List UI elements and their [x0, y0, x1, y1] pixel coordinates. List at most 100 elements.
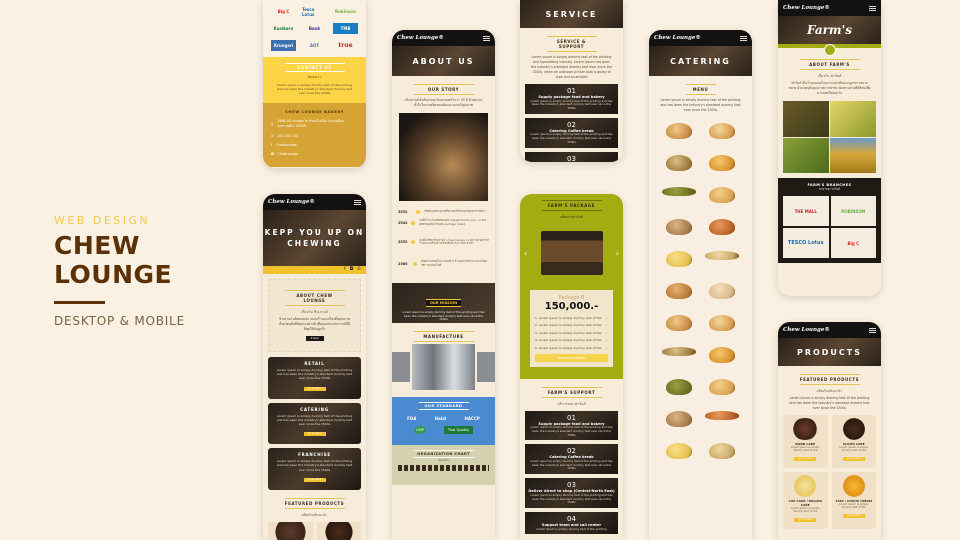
bread-item [709, 155, 736, 171]
featured-sub: ผลิตภัณฑ์แนะนำ [301, 512, 328, 517]
manufacture-gallery[interactable] [392, 343, 495, 393]
menu-icon[interactable] [869, 327, 876, 333]
branch-logo[interactable]: ROBINSON [830, 196, 876, 226]
brand-logo[interactable]: Chew Lounge® [268, 199, 315, 205]
hero-block: WEB DESIGN CHEW LOUNGE DESKTOP & MOBILE [54, 214, 185, 328]
product-desc: Lorem ipsum is simply dummy text of the [839, 502, 869, 510]
bread-item [709, 347, 736, 363]
phone-icon[interactable]: ✆ [357, 267, 361, 273]
timeline-text: เปิดตัวแบรนด์ใหม่ FARM'S ร้านเบเกอรี่ครบ… [421, 259, 488, 267]
phone-footer-mockup: Big C Tesco Lotus Robinson Kasikorn Bank… [263, 0, 366, 168]
package-section: FARM'S PACKAGE แพ็คเกจฟาร์มส์ ‹ › Packag… [520, 194, 623, 379]
about-read-more-button[interactable]: อ่านต่อ [305, 336, 324, 341]
feature-text: 1. Lorem ipsum is simply dummy text of t… [535, 315, 602, 320]
menu-icon[interactable] [740, 35, 747, 41]
product-image [791, 474, 820, 497]
service-text: Lorem ipsum is simply dummy text of the … [530, 55, 613, 79]
brand-logo[interactable]: Chew Lounge® [783, 327, 830, 333]
feature-text: 5. Lorem ipsum is simply dummy text of t… [535, 345, 602, 350]
package-card: Package B 150,000.- 1. Lorem ipsum is si… [530, 290, 613, 367]
standard-section: OUR STANDARD FDA Halal HACCP GMP Thai Qu… [392, 396, 495, 445]
check-icon: ✓ [605, 323, 608, 327]
bread-item [705, 411, 740, 420]
phone-catering-mockup: Chew Lounge® CATERING MENU Lorem ipsum i… [649, 30, 752, 540]
package-sub: แพ็คเกจฟาร์มส์ [559, 215, 584, 219]
menu-icon[interactable] [869, 5, 876, 11]
phone-row[interactable]: ✆ 044 201 143 [271, 134, 358, 138]
facebook-text: ChewLounge [276, 143, 297, 147]
facebook-icon[interactable]: f [344, 267, 346, 273]
branches-grid: THE MALL ROBINSON TESCO Lotus Big C [783, 196, 876, 258]
facebook-row[interactable]: f ChewLounge [271, 143, 358, 147]
bread-item [709, 379, 736, 395]
product-button[interactable]: ดูรายละเอียด [842, 513, 865, 518]
navbar: Chew Lounge® [392, 30, 495, 46]
about-farms-heading: ABOUT FARM'S [799, 59, 860, 70]
brand-logo[interactable]: Chew Lounge® [783, 5, 830, 11]
company-heading: CHEW LOUNGE BAKERY [285, 109, 344, 114]
product-button[interactable]: ดูรายละเอียด [794, 517, 817, 522]
product-image [791, 418, 820, 440]
phone-products-mockup: Chew Lounge® PRODUCTS FEATURED PRODUCTS … [778, 322, 881, 540]
check-icon: ✓ [605, 315, 608, 320]
support-number: 02 [567, 447, 576, 456]
product-button[interactable]: ดูรายละเอียด [842, 456, 865, 461]
about-farms-sub: เกี่ยวกับ ฟาร์มส์ [817, 74, 842, 78]
timeline-item: 2560 เปิดตัวแบรนด์ใหม่ FARM'S ร้านเบเกอรี… [398, 259, 489, 268]
cert-logo: HACCP [464, 415, 480, 421]
bread-item [709, 123, 736, 139]
package-feature: 2. Lorem ipsum is simply dummy text of t… [535, 323, 608, 327]
bread-item [665, 123, 692, 139]
package-contact-button[interactable]: ติดต่อสอบถามเพิ่มเติม [535, 353, 608, 362]
feature-text: 2. Lorem ipsum is simply dummy text of t… [535, 323, 602, 327]
service-number: 02 [567, 120, 576, 129]
card-button[interactable]: ดูรายละเอียด [303, 432, 326, 437]
org-sub: ผังองค์กร [438, 458, 449, 462]
partner-logo: AOT [309, 43, 320, 48]
service-text: Lorem ipsum is simply dummy text of the … [530, 132, 613, 144]
instagram-row[interactable]: ◘ ChewLounge [271, 152, 358, 156]
bread-item [661, 187, 696, 196]
gallery-image [412, 343, 475, 390]
phone-text: 044 201 143 [277, 134, 298, 138]
support-text: Lorem ipsum is simply dummy text of the … [530, 492, 613, 505]
menu-icon[interactable] [354, 199, 361, 205]
brand-logo[interactable]: Chew Lounge® [654, 35, 701, 41]
farms-badge-icon [823, 44, 836, 56]
menu-icon[interactable] [483, 35, 490, 41]
support-item: 04 Support team and call center Lorem ip… [525, 512, 618, 535]
company-info: CHEW LOUNGE BAKERY ⚲ 1946-48 ถนนสุขุมวิท … [263, 103, 366, 167]
timeline-item: 2532 เริ่มต้นธุรกิจเบเกอรี่ขนาดเล็กในจังห… [398, 209, 489, 214]
bread-item [665, 315, 692, 331]
phone-package-mockup: FARM'S PACKAGE แพ็คเกจฟาร์มส์ ‹ › Packag… [520, 194, 623, 540]
bread-item [709, 315, 736, 331]
service-card-retail: RETAIL Lorem ipsum is simply dummy text … [268, 357, 361, 399]
contact-section: CONTACT US ติดต่อเรา Lorem ipsum is simp… [263, 57, 366, 103]
social-bar: f ◘ ✆ [263, 266, 366, 274]
branch-logo[interactable]: Big C [830, 228, 876, 258]
instagram-icon[interactable]: ◘ [350, 267, 354, 273]
carousel-next-icon[interactable]: › [616, 249, 619, 258]
bread-photo [399, 113, 488, 201]
package-feature: 4. Lorem ipsum is simply dummy text of t… [535, 338, 608, 342]
featured-heading: FEATURED PRODUCTS [284, 497, 345, 509]
org-people-row [398, 464, 489, 471]
product-name: CUP CAKE / ROLLED CAKE [788, 498, 822, 507]
brand-logo[interactable]: Chew Lounge® [397, 35, 444, 41]
navbar: Chew Lounge® [778, 322, 881, 338]
timeline-text: เริ่มต้นธุรกิจเบเกอรี่ขนาดเล็กในจังหวัดน… [424, 209, 486, 214]
product-button[interactable]: ดูรายละเอียด [794, 456, 817, 461]
manufacture-heading: MANUFACTURE [413, 330, 474, 342]
contact-sub: ติดต่อเรา [307, 75, 322, 79]
bread-item [665, 379, 692, 395]
timeline-text: ก่อตั้งบริษัท ชิวเลานจ์ (chew lounge co.… [419, 237, 489, 246]
card-button[interactable]: ดูรายละเอียด [303, 477, 326, 482]
timeline-year: 2553 [398, 240, 408, 245]
card-button[interactable]: ดูรายละเอียด [303, 386, 326, 391]
product-card: CUP CAKE / ROLLED CAKE Lorem ipsum is si… [783, 471, 828, 529]
carousel-prev-icon[interactable]: ‹ [524, 249, 527, 258]
branch-logo[interactable]: TESCO Lotus [783, 228, 829, 258]
about-heading: ABOUT CHEW LOUNGE [284, 290, 345, 306]
branch-logo[interactable]: THE MALL [783, 196, 829, 226]
partner-logo: true [338, 42, 353, 49]
